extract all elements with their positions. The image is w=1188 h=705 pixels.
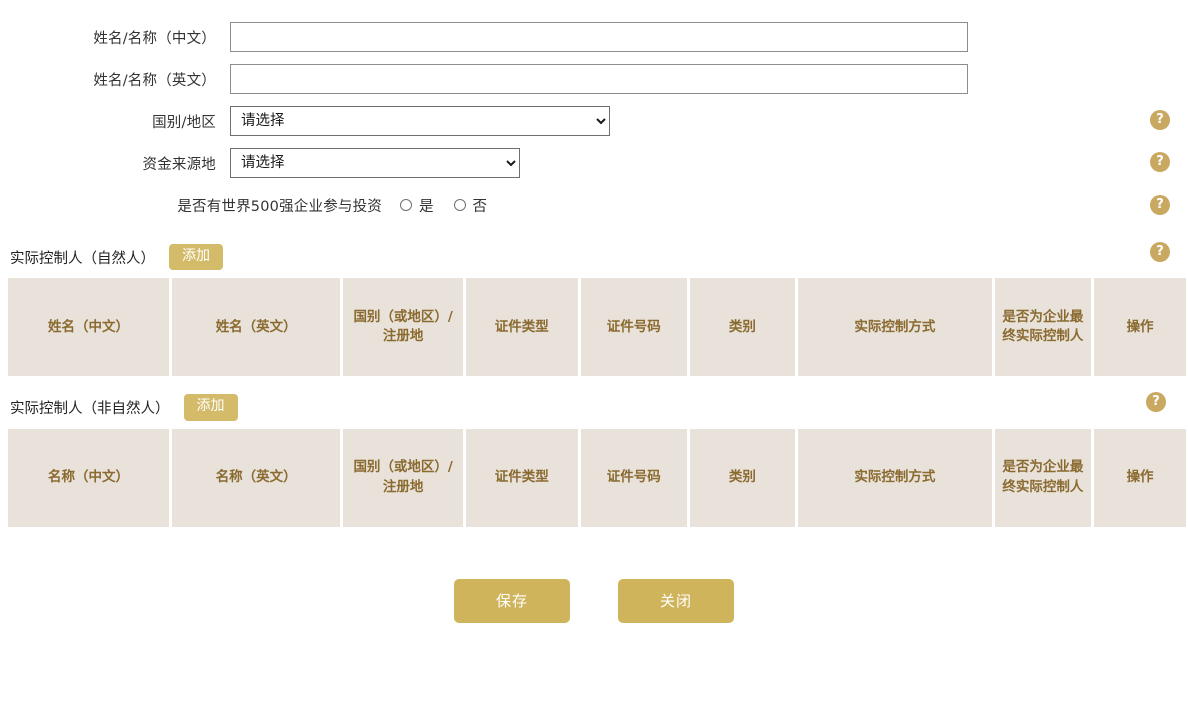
save-button[interactable]: 保存 [454, 578, 570, 623]
control-country: 请选择 [230, 106, 1188, 136]
table-header-row: 姓名（中文） 姓名（英文） 国别（或地区）/注册地 证件类型 证件号码 类别 实… [8, 278, 1186, 377]
radio-circle-icon[interactable] [453, 199, 466, 211]
radio-circle-icon[interactable] [400, 199, 412, 211]
add-controller-non-natural-button[interactable]: 添加 [183, 394, 238, 421]
col-header-control-mode: 实际控制方式 [798, 278, 995, 377]
col-header-control-mode: 实际控制方式 [798, 428, 995, 527]
label-fortune500: 是否有世界500强企业参与投资 [177, 198, 382, 215]
section-head-natural: 实际控制人（自然人） 添加 ? [0, 242, 1188, 278]
col-header-id-type: 证件类型 [465, 428, 581, 527]
section-head-non-natural: 实际控制人（非自然人） 添加 ? [0, 392, 1188, 428]
help-icon-country[interactable]: ? [1150, 110, 1170, 130]
form-row-name-english: 姓名/名称（英文） [0, 58, 1188, 100]
col-header-id-type: 证件类型 [465, 278, 581, 377]
col-header-name-en: 名称（英文） [171, 428, 344, 527]
fortune500-radio-no[interactable]: 否 [453, 195, 488, 216]
country-select[interactable]: 请选择 [230, 106, 610, 136]
form-row-fortune500: 是否有世界500强企业参与投资 是 否 ? [0, 184, 1188, 226]
form-row-fund-source: 资金来源地 请选择 ? [0, 142, 1188, 184]
help-icon-fortune500[interactable]: ? [1150, 195, 1170, 215]
investor-form: 姓名/名称（中文） 姓名/名称（英文） 国别/地区 请选择 ? 资金来源地 请选… [0, 0, 1188, 226]
col-header-category: 类别 [689, 278, 799, 377]
col-header-name-cn: 姓名（中文） [8, 278, 172, 377]
table-header-row: 名称（中文） 名称（英文） 国别（或地区）/注册地 证件类型 证件号码 类别 实… [8, 428, 1186, 527]
fortune500-radio-yes[interactable]: 是 [400, 195, 434, 216]
col-header-id-number: 证件号码 [580, 428, 690, 527]
col-header-country: 国别（或地区）/注册地 [343, 278, 466, 377]
name-english-input[interactable] [230, 64, 968, 94]
table-controller-non-natural: 名称（中文） 名称（英文） 国别（或地区）/注册地 证件类型 证件号码 类别 实… [8, 428, 1186, 527]
col-header-is-ultimate: 是否为企业最终实际控制人 [994, 278, 1095, 377]
name-chinese-input[interactable] [230, 22, 968, 52]
col-header-actions: 操作 [1094, 278, 1186, 377]
col-header-is-ultimate: 是否为企业最终实际控制人 [994, 428, 1095, 527]
col-header-country: 国别（或地区）/注册地 [343, 428, 466, 527]
fortune500-no-label: 否 [472, 198, 488, 215]
form-row-name-chinese: 姓名/名称（中文） [0, 16, 1188, 58]
help-icon-controller-natural[interactable]: ? [1150, 242, 1170, 262]
fund-source-select[interactable]: 请选择 [230, 148, 520, 178]
control-name-chinese [230, 22, 1188, 52]
label-name-chinese: 姓名/名称（中文） [93, 30, 216, 47]
col-header-category: 类别 [689, 428, 799, 527]
col-header-name-cn: 名称（中文） [8, 428, 172, 527]
col-header-name-en: 姓名（英文） [171, 278, 344, 377]
label-country: 国别/地区 [152, 114, 216, 131]
help-icon-fund-source[interactable]: ? [1150, 152, 1170, 172]
form-row-country: 国别/地区 请选择 ? [0, 100, 1188, 142]
fortune500-yes-label: 是 [419, 198, 434, 215]
add-controller-natural-button[interactable]: 添加 [169, 244, 223, 271]
section-title-non-natural: 实际控制人（非自然人） [10, 401, 170, 418]
section-controller-non-natural: 实际控制人（非自然人） 添加 ? 名称（中文） 名称（英文） 国别（或地区）/注… [0, 392, 1188, 527]
control-fund-source: 请选择 [230, 148, 1188, 178]
help-icon-controller-non-natural[interactable]: ? [1146, 392, 1166, 413]
close-button[interactable]: 关闭 [618, 578, 734, 623]
label-fund-source: 资金来源地 [142, 156, 216, 173]
section-title-natural: 实际控制人（自然人） [10, 250, 155, 267]
fortune500-radio-group: 是 否 [382, 195, 501, 216]
section-controller-natural: 实际控制人（自然人） 添加 ? 姓名（中文） 姓名（英文） 国别（或地区）/注册… [0, 242, 1188, 377]
form-footer: 保存 关闭 [0, 578, 1188, 623]
table-controller-natural: 姓名（中文） 姓名（英文） 国别（或地区）/注册地 证件类型 证件号码 类别 实… [8, 278, 1186, 377]
label-name-english: 姓名/名称（英文） [93, 72, 216, 89]
col-header-actions: 操作 [1094, 428, 1186, 527]
col-header-id-number: 证件号码 [580, 278, 690, 377]
control-fortune500: 是 否 [382, 195, 1188, 216]
control-name-english [230, 64, 1188, 94]
